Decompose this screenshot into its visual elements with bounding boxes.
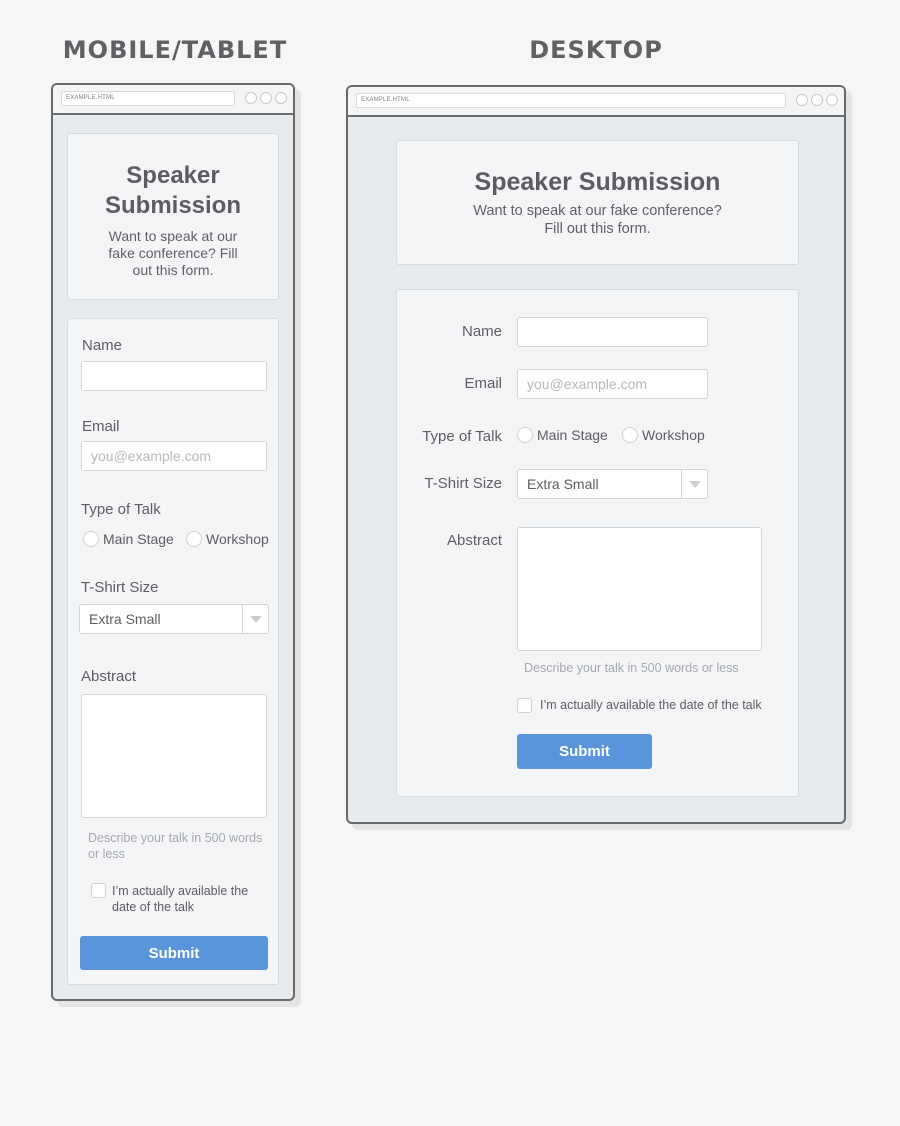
dropdown-arrow[interactable] [242,605,268,633]
mobile-browser-window: EXAMPLE.HTML Speaker Submission Want to … [51,83,295,1001]
tshirt-selected-value: Extra Small [89,611,161,627]
availability-checkbox-row[interactable]: I’m actually available the date of the t… [517,697,762,713]
submit-button[interactable]: Submit [80,936,268,970]
abstract-hint: Describe your talk in 500 words or less [88,831,263,861]
submit-button[interactable]: Submit [517,734,652,769]
radio-button-icon[interactable] [622,427,638,443]
radio-workshop[interactable]: Workshop [622,427,705,443]
page-subtitle: Want to speak at our fake conference? Fi… [473,203,722,237]
url-bar[interactable]: EXAMPLE.HTML [61,91,235,106]
availability-label: I’m actually available the date of the t… [540,698,762,712]
page-title: Speaker Submission [104,162,242,219]
window-controls [245,92,287,104]
availability-checkbox[interactable] [517,697,532,713]
email-label: Email [464,375,502,392]
email-input[interactable]: you@example.com [81,441,267,471]
mobile-tablet-heading: MOBILE/TABLET [62,36,288,64]
window-control-icon[interactable] [826,94,838,106]
radio-label: Workshop [206,531,269,547]
window-controls [796,94,838,106]
abstract-textarea[interactable] [517,527,762,651]
radio-label: Main Stage [537,427,608,443]
availability-checkbox[interactable] [91,883,106,898]
name-input[interactable] [517,317,708,347]
page-subtitle: Want to speak at our fake conference? Fi… [108,228,238,278]
radio-label: Workshop [642,427,705,443]
availability-label: I’m actually available the date of the t… [112,884,249,914]
dropdown-arrow[interactable] [681,470,707,498]
name-label: Name [461,323,502,340]
radio-label: Main Stage [103,531,174,547]
radio-button-icon[interactable] [186,531,202,547]
tshirt-label: T-Shirt Size [424,475,502,492]
radio-button-icon[interactable] [83,531,99,547]
header-card: Speaker Submission Want to speak at our … [396,140,799,265]
window-control-icon[interactable] [796,94,808,106]
window-control-icon[interactable] [245,92,257,104]
abstract-textarea[interactable] [81,694,267,818]
desktop-heading: DESKTOP [529,36,663,64]
talk-type-label: Type of Talk [81,501,161,518]
window-control-icon[interactable] [275,92,287,104]
chevron-down-icon [688,480,701,488]
page-title: Speaker Submission [474,168,721,196]
form-card: Name Email you@example.com Type of Talk … [396,289,799,797]
radio-button-icon[interactable] [517,427,533,443]
tshirt-label: T-Shirt Size [81,579,159,596]
radio-main-stage[interactable]: Main Stage [83,531,174,547]
desktop-browser-window: EXAMPLE.HTML Speaker Submission Want to … [346,85,846,824]
tshirt-select[interactable]: Extra Small [79,604,269,634]
window-control-icon[interactable] [811,94,823,106]
browser-chrome: EXAMPLE.HTML [348,87,844,117]
url-bar[interactable]: EXAMPLE.HTML [356,93,786,108]
talk-type-label: Type of Talk [422,428,502,445]
radio-main-stage[interactable]: Main Stage [517,427,608,443]
name-input[interactable] [81,361,267,391]
abstract-label: Abstract [81,668,137,685]
abstract-label: Abstract [446,532,502,549]
radio-workshop[interactable]: Workshop [186,531,269,547]
email-input[interactable]: you@example.com [517,369,708,399]
name-label: Name [82,337,123,354]
tshirt-selected-value: Extra Small [527,476,599,492]
tshirt-select[interactable]: Extra Small [517,469,708,499]
form-card: Name Email you@example.com Type of Talk … [67,318,279,985]
email-label: Email [82,418,120,435]
window-control-icon[interactable] [260,92,272,104]
abstract-hint: Describe your talk in 500 words or less [524,661,739,675]
browser-chrome: EXAMPLE.HTML [53,85,293,115]
header-card: Speaker Submission Want to speak at our … [67,133,279,300]
availability-checkbox-row[interactable]: I’m actually available the date of the t… [91,883,266,915]
chevron-down-icon [249,615,262,623]
